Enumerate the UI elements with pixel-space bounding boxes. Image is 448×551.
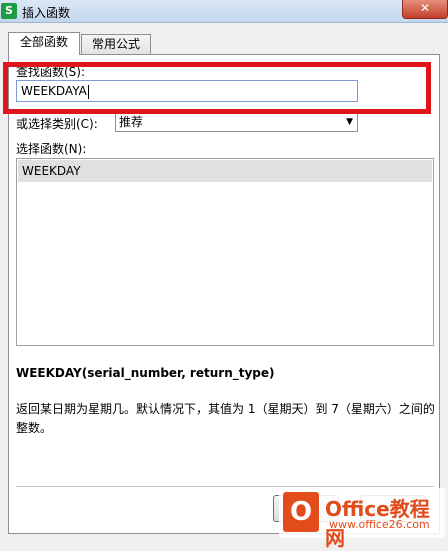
close-button[interactable]: ✕ bbox=[402, 0, 448, 19]
category-label: 或选择类别(C): bbox=[16, 117, 98, 131]
chevron-down-icon: ▼ bbox=[346, 117, 353, 127]
watermark-url: www.office26.com bbox=[329, 518, 430, 531]
function-syntax: WEEKDAY(serial_number, return_type) bbox=[16, 366, 275, 380]
function-listbox[interactable]: WEEKDAY bbox=[16, 158, 434, 346]
function-list-label: 选择函数(N): bbox=[16, 142, 87, 156]
category-select[interactable]: 推荐 ▼ bbox=[115, 112, 358, 132]
watermark: O Office教程网 www.office26.com bbox=[279, 488, 445, 550]
search-label: 查找函数(S): bbox=[16, 65, 86, 79]
title-bar: S 插入函数 ✕ bbox=[0, 0, 448, 23]
list-item[interactable]: WEEKDAY bbox=[18, 160, 432, 182]
divider bbox=[16, 486, 434, 487]
function-description: 返回某日期为星期几。默认情况下，其值为 1（星期天）到 7（星期六）之间的整数。 bbox=[16, 402, 435, 435]
app-icon: S bbox=[1, 3, 17, 19]
tab-common-formulas[interactable]: 常用公式 bbox=[81, 34, 151, 54]
tab-all-functions[interactable]: 全部函数 bbox=[8, 32, 80, 55]
category-selected: 推荐 bbox=[119, 115, 144, 129]
office-logo-icon: O bbox=[283, 492, 319, 532]
text-caret bbox=[87, 84, 89, 99]
search-input[interactable]: WEEKDAYA bbox=[16, 80, 358, 102]
search-input-value: WEEKDAYA bbox=[21, 84, 87, 98]
window-title: 插入函数 bbox=[22, 6, 71, 20]
